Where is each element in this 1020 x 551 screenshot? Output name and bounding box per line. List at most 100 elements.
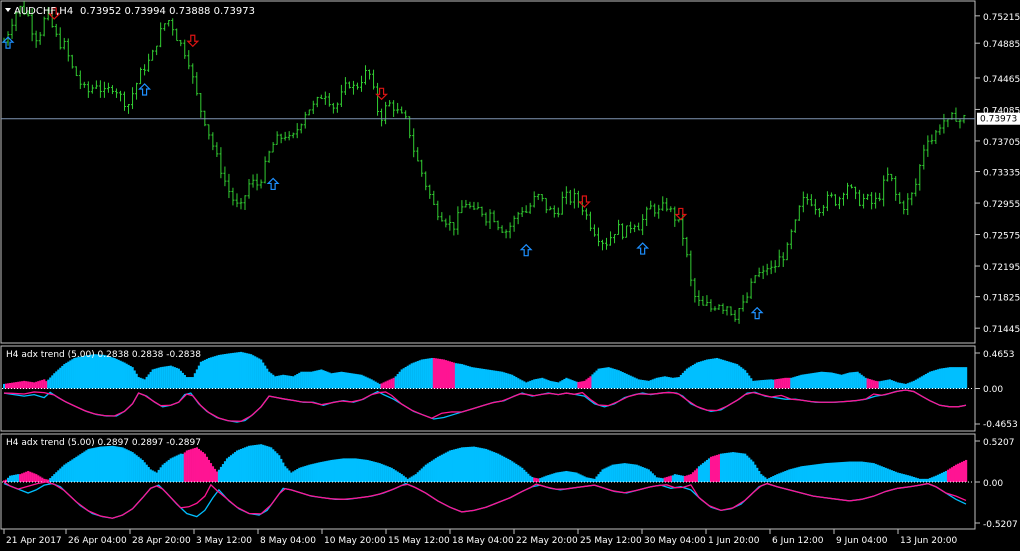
time-label: 26 Apr 04:00 (68, 536, 127, 546)
adx-histogram-bar (41, 379, 44, 389)
adx-histogram-bar (874, 463, 877, 482)
adx-histogram-bar (910, 381, 913, 389)
adx-histogram-bar (318, 369, 321, 389)
adx-histogram-bar (948, 367, 952, 389)
adx-histogram-bar (701, 360, 705, 389)
adx-histogram-bar (565, 470, 568, 482)
adx-histogram-bar (804, 465, 807, 482)
adx-histogram-bar (497, 371, 500, 389)
adx-histogram-bar (950, 467, 954, 482)
adx-histogram-bar (822, 463, 825, 482)
adx-histogram-bar (324, 370, 327, 389)
adx-histogram-bar (99, 446, 102, 482)
adx-histogram-bar (21, 473, 24, 482)
adx-histogram-bar (537, 478, 540, 482)
adx-histogram-bar (149, 371, 152, 389)
adx-histogram-bar (137, 456, 140, 482)
adx-histogram-bar (452, 449, 456, 482)
adx-histogram-bar (557, 472, 560, 482)
adx-histogram-bar (834, 373, 837, 389)
adx-histogram-bar (456, 448, 460, 482)
adx-histogram-bar (798, 466, 801, 482)
adx-histogram-bar (764, 477, 767, 482)
adx-histogram-bar (358, 374, 361, 389)
adx-histogram-bar (356, 374, 359, 389)
price-label: 0.75215 (983, 13, 1020, 23)
adx-histogram-bar (85, 355, 88, 389)
adx-histogram-bar (187, 449, 190, 482)
adx-histogram-bar (119, 360, 122, 389)
adx-histogram-bar (932, 476, 936, 482)
adx-histogram-bar (772, 379, 775, 389)
adx-histogram-bar (410, 476, 413, 482)
adx-histogram-bar (872, 380, 875, 389)
symbol-info: AUDCHF,H4 (14, 6, 73, 17)
adx-histogram-bar (872, 463, 875, 482)
adx-histogram-bar (858, 373, 861, 389)
adx-histogram-bar (780, 472, 783, 482)
adx-histogram-bar (822, 371, 825, 389)
adx-histogram-bar (695, 362, 699, 389)
adx-histogram-bar (127, 364, 130, 389)
adx-histogram-bar (39, 380, 42, 389)
adx-histogram-bar (426, 358, 429, 389)
adx-histogram-bar (302, 371, 305, 389)
price-label: 0.74465 (983, 75, 1020, 85)
adx-histogram-bar (225, 353, 229, 389)
adx-histogram-bar (256, 357, 259, 389)
adx-histogram-bar (330, 459, 333, 482)
adx-histogram-bar (67, 462, 70, 482)
adx-histogram-bar (571, 380, 574, 389)
adx-histogram-bar (703, 360, 707, 389)
adx-histogram-bar (270, 447, 273, 482)
adx-histogram-bar (555, 472, 558, 482)
adx-histogram-bar (262, 362, 265, 389)
adx-histogram-bar (547, 475, 550, 482)
adx-histogram-bar (886, 379, 889, 389)
adx-histogram-bar (890, 470, 893, 482)
adx-histogram-bar (197, 448, 201, 482)
adx-histogram-bar (782, 471, 785, 482)
adx-histogram-bar (33, 473, 36, 482)
adx-histogram-bar (782, 378, 785, 389)
adx-histogram-bar (732, 452, 735, 482)
adx-histogram-bar (35, 381, 38, 389)
adx-histogram-bar (55, 371, 58, 389)
adx-histogram-bar (159, 367, 162, 389)
adx-1-axis-zero: 0.00 (983, 385, 1003, 395)
adx-histogram-bar (505, 372, 508, 389)
adx-histogram-bar (125, 449, 128, 482)
adx-histogram-bar (832, 372, 835, 389)
adx-histogram-bar (836, 462, 839, 482)
adx-histogram-bar (900, 383, 903, 389)
adx-histogram-bar (940, 472, 944, 482)
time-label: 18 May 04:00 (452, 536, 514, 546)
time-label: 8 May 04:00 (260, 536, 316, 546)
adx-histogram-bar (197, 365, 201, 389)
adx-histogram-bar (237, 449, 241, 482)
adx-histogram-bar (155, 368, 158, 389)
adx-histogram-bar (657, 477, 660, 482)
adx-histogram-bar (13, 474, 16, 482)
adx-histogram-bar (914, 379, 917, 389)
adx-histogram-bar (171, 366, 174, 389)
adx-histogram-bar (846, 373, 849, 389)
adx-histogram-bar (699, 361, 703, 389)
adx-histogram-bar (952, 465, 956, 482)
adx-histogram-bar (298, 467, 301, 482)
adx-histogram-bar (577, 473, 580, 482)
adx-histogram-bar (932, 370, 936, 389)
adx-histogram-bar (796, 467, 799, 482)
adx-histogram-bar (205, 456, 209, 482)
adx-histogram-bar (392, 469, 395, 482)
adx-histogram-bar (732, 362, 735, 389)
adx-histogram-bar (615, 369, 618, 389)
adx-histogram-bar (551, 473, 554, 482)
adx-histogram-bar (691, 472, 695, 482)
adx-histogram-bar (438, 358, 442, 389)
adx-histogram-bar (9, 475, 12, 482)
adx-histogram-bar (776, 474, 779, 482)
adx-histogram-bar (561, 471, 564, 482)
adx-histogram-bar (888, 469, 891, 482)
adx-histogram-bar (33, 382, 36, 389)
